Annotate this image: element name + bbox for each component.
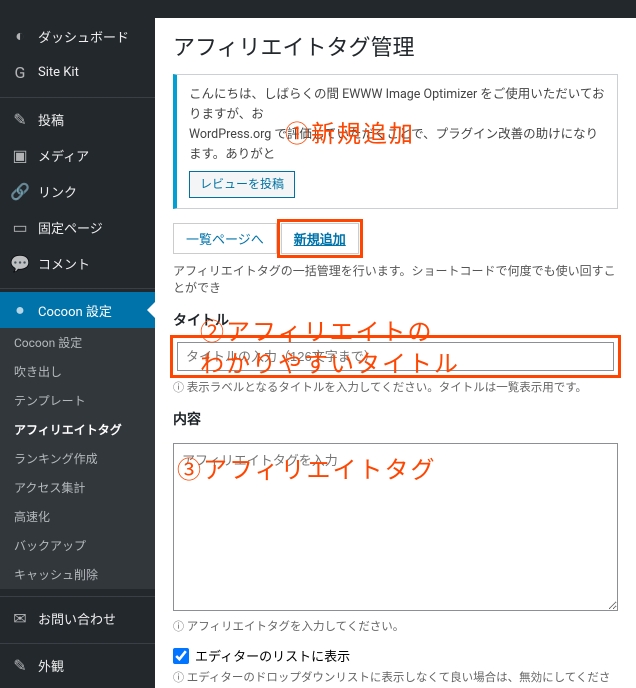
menu-label: お問い合わせ bbox=[38, 609, 116, 628]
pin-icon: ✎ bbox=[10, 109, 30, 129]
checkbox-hint: エディターのドロップダウンリストに表示しなくて良い場合は、無効にしてください。 bbox=[173, 669, 618, 688]
review-button[interactable]: レビューを投稿 bbox=[189, 171, 295, 198]
admin-sidebar: ◐ ダッシュボード G Site Kit ✎ 投稿 ▣ メディア 🔗 リンク ▭ 固定ページ… bbox=[0, 18, 155, 688]
brush-icon: ✎ bbox=[10, 655, 30, 675]
title-input[interactable] bbox=[177, 342, 614, 371]
sitekit-icon: G bbox=[10, 62, 30, 82]
submenu-access[interactable]: アクセス集計 bbox=[0, 473, 155, 502]
cocoon-icon: ● bbox=[10, 300, 30, 320]
menu-contact[interactable]: ✉ お問い合わせ bbox=[0, 600, 155, 636]
tab-row: 一覧ページへ 新規追加 bbox=[173, 223, 618, 254]
dashboard-icon: ◐ bbox=[10, 26, 30, 46]
menu-cocoon[interactable]: ● Cocoon 設定 bbox=[0, 292, 155, 328]
menu-label: メディア bbox=[38, 146, 89, 165]
title-highlight-box bbox=[173, 338, 618, 375]
menu-label: Site Kit bbox=[38, 65, 79, 80]
menu-sitekit[interactable]: G Site Kit bbox=[0, 54, 155, 90]
menu-label: 投稿 bbox=[38, 110, 64, 129]
admin-bar bbox=[0, 0, 636, 18]
menu-pages[interactable]: ▭ 固定ページ bbox=[0, 209, 155, 245]
submenu-cache[interactable]: キャッシュ削除 bbox=[0, 560, 155, 589]
submenu-balloon[interactable]: 吹き出し bbox=[0, 357, 155, 386]
submenu-template[interactable]: テンプレート bbox=[0, 386, 155, 415]
media-icon: ▣ bbox=[10, 145, 30, 165]
menu-label: コメント bbox=[38, 254, 90, 273]
editor-list-checkbox-row[interactable]: エディターのリストに表示 bbox=[173, 646, 618, 665]
menu-plugins[interactable]: ⚙プラグイン bbox=[0, 683, 155, 688]
submenu-affiliate-tag[interactable]: アフィリエイトタグ bbox=[0, 415, 155, 444]
page-title: アフィリエイトタグ管理 bbox=[173, 30, 618, 62]
link-icon: 🔗 bbox=[10, 181, 30, 201]
notice-text-1: こんにちは、しばらくの間 EWWW Image Optimizer をご使用いた… bbox=[189, 85, 605, 125]
submenu-cocoon-settings[interactable]: Cocoon 設定 bbox=[0, 328, 155, 357]
tab-new-add[interactable]: 新規追加 bbox=[281, 223, 359, 254]
editor-list-checkbox[interactable] bbox=[173, 648, 189, 664]
menu-appearance[interactable]: ✎ 外観 bbox=[0, 647, 155, 683]
submenu-backup[interactable]: バックアップ bbox=[0, 531, 155, 560]
menu-links[interactable]: 🔗 リンク bbox=[0, 173, 155, 209]
menu-label: リンク bbox=[38, 182, 77, 201]
submenu-ranking[interactable]: ランキング作成 bbox=[0, 444, 155, 473]
content-hint: アフィリエイトタグを入力してください。 bbox=[173, 618, 618, 634]
page-description: アフィリエイトタグの一括管理を行います。ショートコードで何度でも使い回すことがで… bbox=[173, 262, 618, 296]
pages-icon: ▭ bbox=[10, 217, 30, 237]
submenu-speed[interactable]: 高速化 bbox=[0, 502, 155, 531]
menu-label: 固定ページ bbox=[38, 218, 103, 237]
title-label: タイトル bbox=[173, 310, 618, 330]
menu-posts[interactable]: ✎ 投稿 bbox=[0, 101, 155, 137]
tab-list-page[interactable]: 一覧ページへ bbox=[173, 223, 277, 254]
menu-label: 外観 bbox=[38, 656, 64, 675]
menu-media[interactable]: ▣ メディア bbox=[0, 137, 155, 173]
content-label: 内容 bbox=[173, 409, 618, 429]
title-hint: 表示ラベルとなるタイトルを入力してください。タイトルは一覧表示用です。 bbox=[173, 379, 618, 395]
checkbox-label: エディターのリストに表示 bbox=[195, 646, 350, 665]
comment-icon: 💬 bbox=[10, 253, 30, 273]
menu-comments[interactable]: 💬 コメント bbox=[0, 245, 155, 281]
notice-text-2: WordPress.org で評価していただくことで、プラグイン改善の助けになり… bbox=[189, 125, 605, 165]
menu-label: Cocoon 設定 bbox=[38, 301, 112, 320]
main-content: アフィリエイトタグ管理 こんにちは、しばらくの間 EWWW Image Opti… bbox=[155, 18, 636, 688]
cocoon-submenu: Cocoon 設定 吹き出し テンプレート アフィリエイトタグ ランキング作成 … bbox=[0, 328, 155, 589]
mail-icon: ✉ bbox=[10, 608, 30, 628]
menu-dashboard[interactable]: ◐ ダッシュボード bbox=[0, 18, 155, 54]
content-textarea[interactable] bbox=[173, 443, 618, 611]
menu-label: ダッシュボード bbox=[38, 27, 129, 46]
admin-notice: こんにちは、しばらくの間 EWWW Image Optimizer をご使用いた… bbox=[173, 74, 618, 209]
